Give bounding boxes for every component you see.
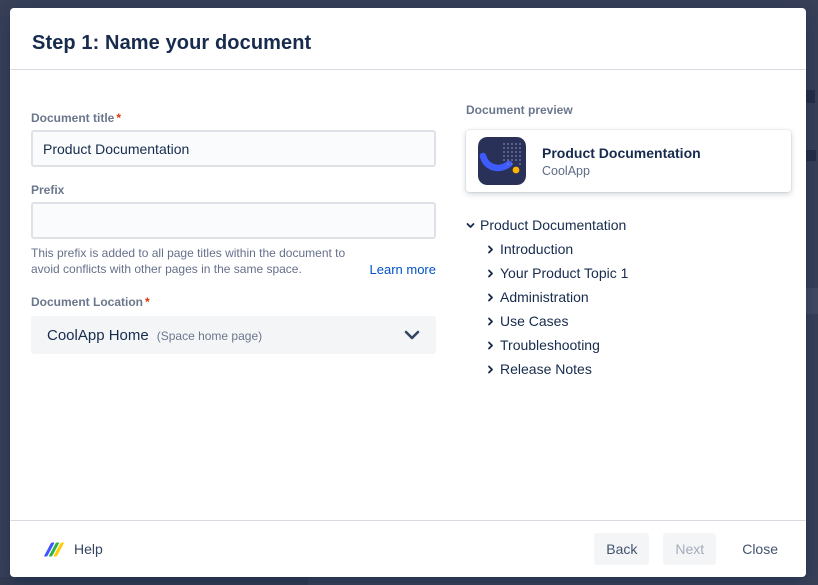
preview-column: Document preview Produ [466,103,791,520]
tree-item-label: Introduction [500,241,573,257]
chevron-right-icon[interactable] [486,365,500,374]
close-button[interactable]: Close [730,533,790,565]
dialog-body: Document title* Prefix This prefix is ad… [10,71,806,520]
help-button[interactable]: Help [44,541,103,557]
document-preview-heading: Document preview [466,103,791,117]
tree-item[interactable]: Use Cases [466,309,791,333]
app-logo-icon [44,542,64,557]
required-asterisk: * [116,111,121,125]
chevron-down-icon[interactable] [466,221,480,230]
prefix-help-row: This prefix is added to all page titles … [31,245,436,277]
help-label: Help [74,541,103,557]
dialog-header: Step 1: Name your document [10,8,806,70]
tree-item[interactable]: Troubleshooting [466,333,791,357]
tree-item-label: Release Notes [500,361,592,377]
prefix-help-text: This prefix is added to all page titles … [31,245,362,277]
dialog-footer: Help Back Next Close [10,520,806,577]
tree-item-root[interactable]: Product Documentation [466,213,791,237]
document-tree: Product Documentation Introduction Your … [466,213,791,381]
prefix-label: Prefix [31,183,436,197]
dialog-title: Step 1: Name your document [32,32,311,55]
chevron-right-icon[interactable] [486,269,500,278]
chevron-right-icon[interactable] [486,341,500,350]
document-title-label: Document title* [31,111,436,125]
required-asterisk: * [145,295,150,309]
tree-item-label: Troubleshooting [500,337,600,353]
document-preview-card: Product Documentation CoolApp [466,130,791,192]
document-title-input[interactable] [31,130,436,167]
tree-item[interactable]: Release Notes [466,357,791,381]
tree-item[interactable]: Your Product Topic 1 [466,261,791,285]
prefix-input[interactable] [31,202,436,239]
learn-more-link[interactable]: Learn more [370,262,436,277]
tree-item-label: Product Documentation [480,217,626,233]
tree-item[interactable]: Introduction [466,237,791,261]
backdrop-artifact [806,90,815,103]
backdrop-artifact [805,150,816,161]
preview-card-subtitle: CoolApp [542,164,701,178]
tree-item[interactable]: Administration [466,285,791,309]
chevron-right-icon[interactable] [486,293,500,302]
back-button[interactable]: Back [594,533,649,565]
chevron-down-icon [404,330,420,340]
preview-card-text: Product Documentation CoolApp [542,145,701,178]
location-hint: (Space home page) [157,329,262,343]
document-cover-icon [478,137,526,185]
backdrop-artifact [0,577,308,585]
chevron-right-icon[interactable] [486,245,500,254]
location-selected-value: CoolApp Home [47,327,149,344]
document-location-select[interactable]: CoolApp Home (Space home page) [31,316,436,354]
tree-item-label: Use Cases [500,313,568,329]
create-document-dialog: Step 1: Name your document Document titl… [10,8,806,577]
tree-item-label: Your Product Topic 1 [500,265,628,281]
next-button[interactable]: Next [663,533,716,565]
backdrop-artifact [806,288,818,314]
chevron-right-icon[interactable] [486,317,500,326]
form-column: Document title* Prefix This prefix is ad… [31,103,436,520]
tree-item-label: Administration [500,289,589,305]
document-location-label: Document Location* [31,295,436,309]
preview-card-title: Product Documentation [542,145,701,161]
